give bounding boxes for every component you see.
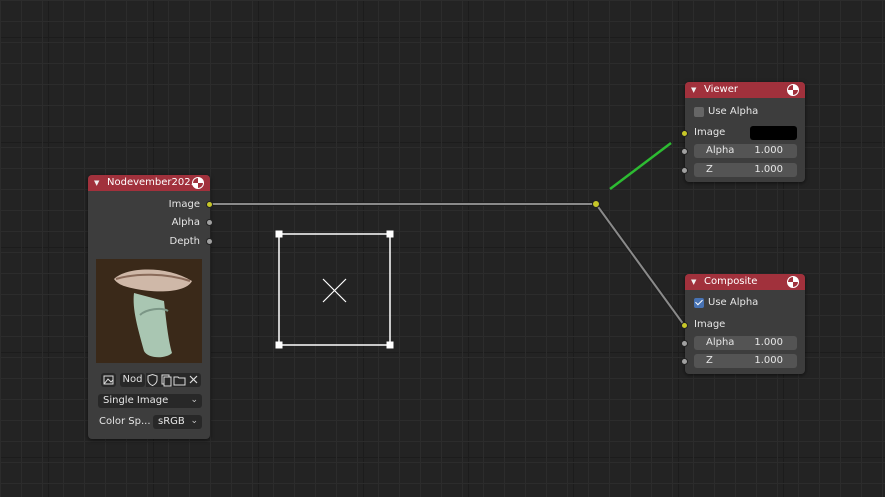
color-space-label: Color Sp... <box>99 416 151 427</box>
node-preview-toggle-icon[interactable] <box>787 84 799 96</box>
output-image-label: Image <box>168 199 200 210</box>
viewer-alpha-value: 1.000 <box>754 145 783 156</box>
reroute-node[interactable] <box>592 200 600 208</box>
color-space-dropdown[interactable]: sRGB ⌄ <box>153 415 202 429</box>
node-editor-canvas[interactable]: ▼ Nodevember202... Image Alpha Depth Nod <box>0 0 885 497</box>
viewer-use-alpha-label: Use Alpha <box>708 106 759 117</box>
viewer-input-image-socket[interactable] <box>681 130 688 137</box>
composite-alpha-value: 1.000 <box>754 337 783 348</box>
new-image-icon[interactable] <box>159 373 173 387</box>
composite-z-label: Z <box>706 355 713 366</box>
composite-use-alpha-checkbox[interactable] <box>694 298 704 308</box>
chevron-down-icon: ⌄ <box>190 395 198 405</box>
output-depth-label: Depth <box>169 236 200 247</box>
composite-z-field[interactable]: Z 1.000 <box>694 354 797 368</box>
fake-user-shield-icon[interactable] <box>146 373 159 387</box>
open-folder-icon[interactable] <box>173 373 187 387</box>
viewer-alpha-field[interactable]: Alpha 1.000 <box>694 144 797 158</box>
viewer-z-field[interactable]: Z 1.000 <box>694 163 797 177</box>
output-alpha-label: Alpha <box>171 217 200 228</box>
composite-node-title: Composite <box>704 276 758 287</box>
chevron-down-icon: ⌄ <box>190 416 198 426</box>
output-image-socket[interactable] <box>206 201 213 208</box>
viewer-node-header[interactable]: ▼ Viewer <box>685 82 805 98</box>
composite-input-z-socket[interactable] <box>681 358 688 365</box>
output-alpha-socket[interactable] <box>206 219 213 226</box>
composite-image-label: Image <box>694 319 726 330</box>
collapse-triangle-icon[interactable]: ▼ <box>691 274 696 290</box>
box-select-cursor <box>275 230 394 349</box>
composite-input-image-socket[interactable] <box>681 322 688 329</box>
viewer-use-alpha-checkbox[interactable] <box>694 107 704 117</box>
image-source-dropdown[interactable]: Single Image ⌄ <box>98 394 202 408</box>
composite-node-header[interactable]: ▼ Composite <box>685 274 805 290</box>
output-depth-socket[interactable] <box>206 238 213 245</box>
viewer-node-title: Viewer <box>704 84 738 95</box>
image-node-title: Nodevember202... <box>107 177 201 188</box>
collapse-triangle-icon[interactable]: ▼ <box>94 175 99 191</box>
viewer-image-label: Image <box>694 127 726 138</box>
viewer-image-color-swatch[interactable] <box>750 126 797 140</box>
viewer-z-label: Z <box>706 164 713 175</box>
image-node-header[interactable]: ▼ Nodevember202... <box>88 175 210 191</box>
link-dragging-to-viewer[interactable] <box>609 142 672 190</box>
collapse-triangle-icon[interactable]: ▼ <box>691 82 696 98</box>
unlink-close-icon[interactable] <box>187 373 201 387</box>
composite-input-alpha-socket[interactable] <box>681 340 688 347</box>
node-preview-toggle-icon[interactable] <box>192 177 204 189</box>
viewer-node[interactable]: ▼ Viewer Use Alpha Image Alpha 1.000 Z 1… <box>681 82 805 182</box>
composite-z-value: 1.000 <box>754 355 783 366</box>
viewer-input-z-socket[interactable] <box>681 167 688 174</box>
image-preview <box>96 259 202 363</box>
image-name-field[interactable]: Nod <box>120 373 145 387</box>
image-source-value: Single Image <box>103 395 169 406</box>
image-type-icon[interactable] <box>101 373 116 387</box>
color-space-value: sRGB <box>158 416 185 427</box>
node-preview-toggle-icon[interactable] <box>787 276 799 288</box>
composite-alpha-label: Alpha <box>706 337 735 348</box>
composite-use-alpha-label: Use Alpha <box>708 297 759 308</box>
viewer-input-alpha-socket[interactable] <box>681 148 688 155</box>
image-node[interactable]: ▼ Nodevember202... Image Alpha Depth Nod <box>88 175 213 439</box>
composite-alpha-field[interactable]: Alpha 1.000 <box>694 336 797 350</box>
viewer-z-value: 1.000 <box>754 164 783 175</box>
composite-node[interactable]: ▼ Composite Use Alpha Image Alpha 1.000 … <box>681 274 805 374</box>
viewer-alpha-label: Alpha <box>706 145 735 156</box>
